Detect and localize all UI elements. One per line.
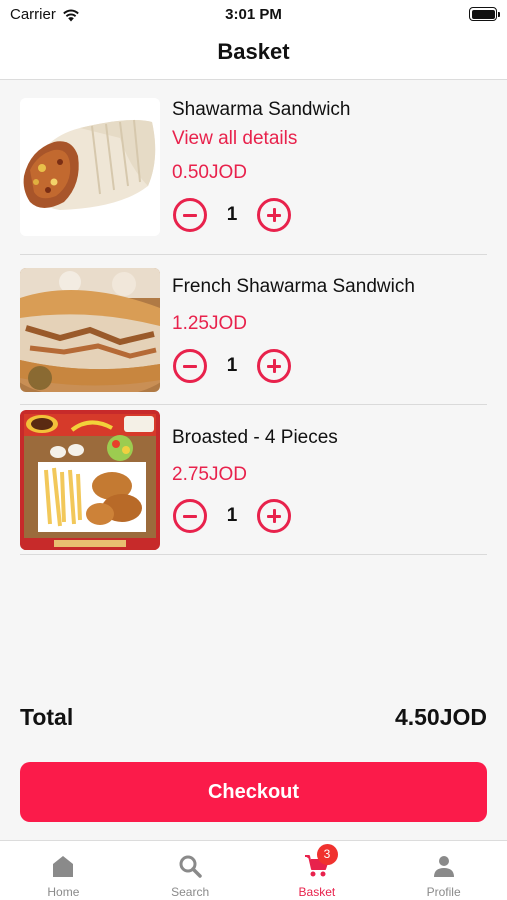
item-name: French Shawarma Sandwich <box>172 276 415 297</box>
page-title: Basket <box>217 39 290 64</box>
basket-list: Shawarma Sandwich View all details 0.50J… <box>20 92 487 555</box>
tab-profile[interactable]: Profile <box>380 841 507 900</box>
item-image <box>20 410 160 550</box>
decrease-button[interactable] <box>173 349 207 383</box>
home-icon <box>49 852 77 880</box>
item-price: 1.25JOD <box>172 313 247 334</box>
view-details-link[interactable]: View all details <box>172 128 297 150</box>
item-name: Shawarma Sandwich <box>172 99 351 120</box>
item-image <box>20 98 160 236</box>
search-icon <box>176 852 204 880</box>
tab-home[interactable]: Home <box>0 841 127 900</box>
quantity-stepper: 1 <box>173 499 291 533</box>
basket-item: French Shawarma Sandwich 1.25JOD 1 <box>20 255 487 405</box>
battery-icon <box>469 7 500 21</box>
plus-icon-vertical <box>272 208 276 222</box>
item-image <box>20 268 160 392</box>
quantity-value: 1 <box>226 355 238 376</box>
tab-label: Home <box>47 885 80 899</box>
minus-icon <box>183 364 197 368</box>
tab-label: Search <box>171 885 210 899</box>
french-shawarma-image <box>20 268 160 392</box>
item-name: Broasted - 4 Pieces <box>172 427 338 448</box>
person-icon <box>430 852 458 880</box>
item-price: 2.75JOD <box>172 464 247 485</box>
tab-bar: Home Search 3 Basket Profile <box>0 840 507 900</box>
minus-icon <box>183 514 197 518</box>
minus-icon <box>183 213 197 217</box>
broasted-meal-image <box>20 410 160 550</box>
quantity-value: 1 <box>226 505 238 526</box>
checkout-button[interactable]: Checkout <box>20 762 487 822</box>
tab-label: Basket <box>298 885 336 899</box>
increase-button[interactable] <box>257 198 291 232</box>
total-label: Total <box>20 704 74 730</box>
status-time: 3:01 PM <box>225 6 282 23</box>
decrease-button[interactable] <box>173 499 207 533</box>
status-bar: Carrier 3:01 PM <box>0 0 507 30</box>
tab-search[interactable]: Search <box>127 841 254 900</box>
basket-item: Shawarma Sandwich View all details 0.50J… <box>20 92 487 255</box>
quantity-stepper: 1 <box>173 349 291 383</box>
tab-basket[interactable]: 3 Basket <box>254 841 381 900</box>
quantity-value: 1 <box>226 204 238 225</box>
basket-item: Broasted - 4 Pieces 2.75JOD 1 <box>20 405 487 555</box>
plus-icon-vertical <box>272 359 276 373</box>
total-value: 4.50JOD <box>394 704 487 730</box>
increase-button[interactable] <box>257 499 291 533</box>
decrease-button[interactable] <box>173 198 207 232</box>
nav-header: Basket <box>0 30 507 80</box>
item-price: 0.50JOD <box>172 162 247 183</box>
total-row: Total 4.50JOD <box>20 704 487 736</box>
increase-button[interactable] <box>257 349 291 383</box>
plus-icon-vertical <box>272 509 276 523</box>
quantity-stepper: 1 <box>173 198 291 232</box>
cart-count-badge: 3 <box>316 844 338 865</box>
shawarma-wrap-image <box>20 98 160 236</box>
tab-label: Profile <box>426 885 461 899</box>
